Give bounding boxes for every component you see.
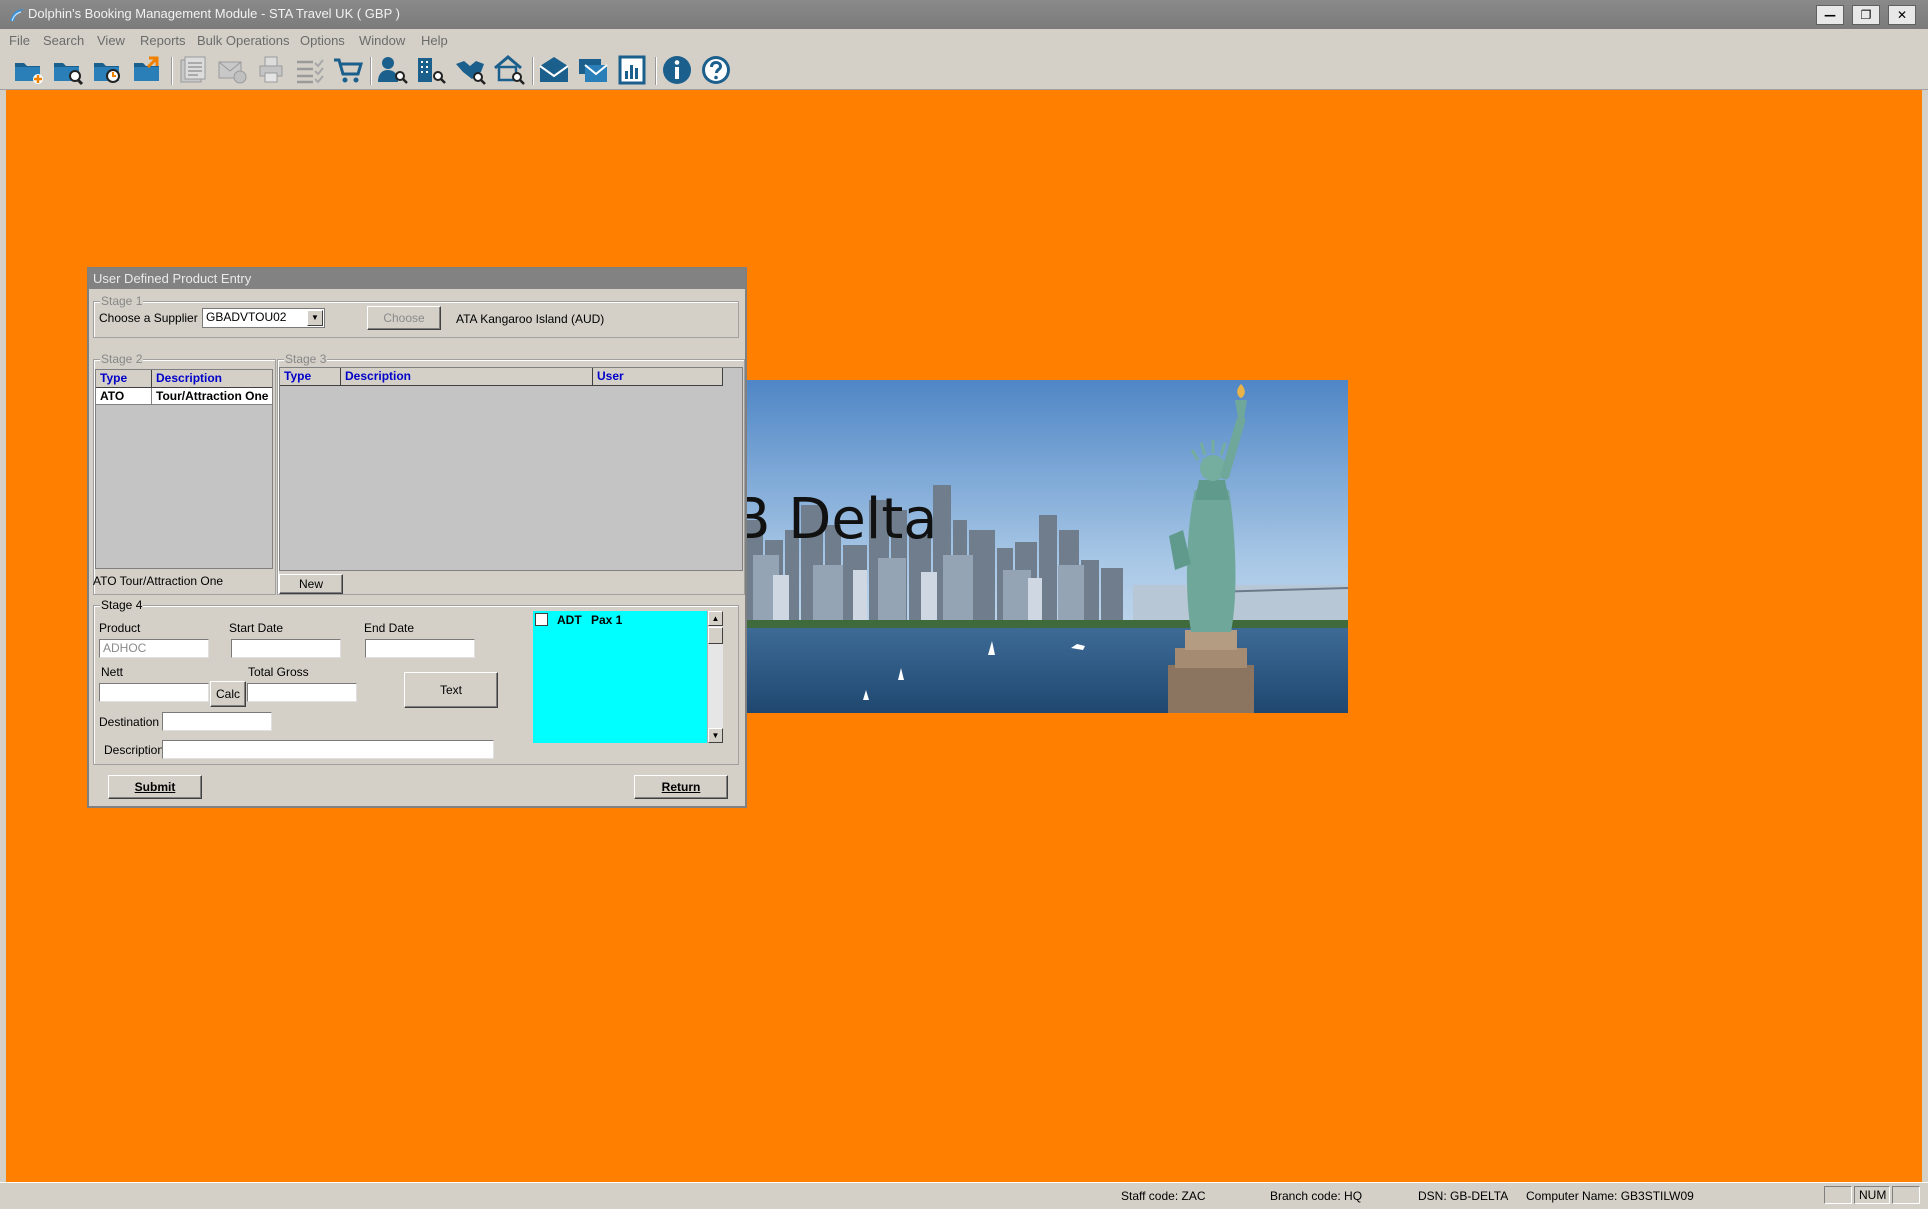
end-date-field[interactable] xyxy=(365,639,475,658)
new-booking-icon[interactable] xyxy=(12,54,44,86)
menu-window[interactable]: Window xyxy=(359,33,405,48)
start-date-label: Start Date xyxy=(229,621,284,635)
close-button[interactable]: ✕ xyxy=(1888,5,1916,25)
scroll-indicator xyxy=(1892,1186,1920,1204)
scroll-thumb[interactable] xyxy=(708,627,723,644)
table-row-type-cell[interactable]: ATO xyxy=(96,388,152,405)
start-date-field[interactable] xyxy=(231,639,341,658)
scroll-up-icon[interactable]: ▲ xyxy=(708,611,723,626)
stage3-label: Stage 3 xyxy=(284,352,328,366)
toolbar xyxy=(0,51,1928,90)
staff-code: Staff code: ZAC xyxy=(1121,1189,1206,1203)
supplier-label: Choose a Supplier xyxy=(99,311,198,325)
menu-bulk-operations[interactable]: Bulk Operations xyxy=(197,33,290,48)
building-search-icon[interactable] xyxy=(414,54,446,86)
stage4-label: Stage 4 xyxy=(100,598,144,612)
total-gross-field[interactable] xyxy=(247,683,357,702)
application-window: Dolphin's Booking Management Module - ST… xyxy=(0,0,1928,1209)
dsn: DSN: GB-DELTA xyxy=(1418,1189,1509,1203)
column-header-user[interactable]: User xyxy=(593,368,723,386)
num-lock-indicator: NUM xyxy=(1854,1186,1890,1204)
stage3-grid[interactable]: Type Description User xyxy=(279,367,743,571)
dolphin-logo-icon xyxy=(8,6,26,24)
window-title: Dolphin's Booking Management Module - ST… xyxy=(28,6,400,21)
info-icon[interactable] xyxy=(661,54,693,86)
column-header-type[interactable]: Type xyxy=(280,368,341,386)
menu-options[interactable]: Options xyxy=(300,33,345,48)
title-bar: Dolphin's Booking Management Module - ST… xyxy=(0,0,1928,29)
toolbar-separator xyxy=(171,57,173,85)
menu-reports[interactable]: Reports xyxy=(140,33,186,48)
pax-name: Pax 1 xyxy=(591,613,623,627)
end-date-label: End Date xyxy=(364,621,415,635)
destination-label: Destination xyxy=(99,715,160,729)
supplier-combo[interactable]: GBADVTOU02 ▼ xyxy=(202,308,325,328)
stage2-label: Stage 2 xyxy=(100,352,144,366)
description-label: Description xyxy=(104,743,165,757)
menu-help[interactable]: Help xyxy=(421,33,448,48)
supplier-name: ATA Kangaroo Island (AUD) xyxy=(456,312,605,326)
chevron-down-icon[interactable]: ▼ xyxy=(307,310,323,326)
pax-type: ADT xyxy=(557,613,582,627)
calc-button[interactable]: Calc xyxy=(210,681,246,707)
email-queue-icon[interactable] xyxy=(577,54,609,86)
toolbar-separator xyxy=(532,57,534,85)
banner-text: B Delta xyxy=(732,487,938,552)
menu-bar: File Search View Reports Bulk Operations… xyxy=(0,29,1928,51)
minimize-button[interactable]: — xyxy=(1816,5,1844,25)
checklist-icon[interactable] xyxy=(294,54,326,86)
stage2-selected-text: ATO Tour/Attraction One xyxy=(93,574,224,588)
column-header-type[interactable]: Type xyxy=(96,370,152,388)
stage2-grid[interactable]: Type Description ATO Tour/Attraction One xyxy=(95,369,273,569)
pax-checkbox[interactable] xyxy=(535,613,548,626)
caps-indicator xyxy=(1824,1186,1852,1204)
search-folder-icon[interactable] xyxy=(51,54,83,86)
shopping-cart-icon[interactable] xyxy=(332,54,364,86)
status-bar: Staff code: ZAC Branch code: HQ DSN: GB-… xyxy=(0,1182,1928,1209)
recent-folder-icon[interactable] xyxy=(91,54,123,86)
menu-view[interactable]: View xyxy=(97,33,125,48)
supplier-value: GBADVTOU02 xyxy=(206,310,287,324)
user-defined-product-dialog: User Defined Product Entry Stage 1 Choos… xyxy=(87,267,747,808)
return-button[interactable]: Return xyxy=(634,775,728,799)
table-row-description-cell[interactable]: Tour/Attraction One xyxy=(152,388,272,405)
passenger-list-scrollbar[interactable]: ▲ ▼ xyxy=(707,611,723,743)
product-field[interactable]: ADHOC xyxy=(99,639,209,658)
choose-button[interactable]: Choose xyxy=(367,306,441,330)
product-label: Product xyxy=(99,621,141,635)
toolbar-separator xyxy=(370,57,372,85)
print-icon[interactable] xyxy=(256,54,288,86)
envelope-icon[interactable] xyxy=(538,54,570,86)
dialog-title: User Defined Product Entry xyxy=(89,269,745,289)
column-header-description[interactable]: Description xyxy=(341,368,593,386)
stage1-label: Stage 1 xyxy=(100,294,144,308)
total-gross-label: Total Gross xyxy=(248,665,309,679)
destination-field[interactable] xyxy=(162,712,272,731)
house-search-icon[interactable] xyxy=(493,54,525,86)
branch-code: Branch code: HQ xyxy=(1270,1189,1363,1203)
menu-search[interactable]: Search xyxy=(43,33,84,48)
nett-label: Nett xyxy=(101,665,124,679)
description-field[interactable] xyxy=(162,740,494,759)
submit-button[interactable]: Submit xyxy=(108,775,202,799)
column-header-description[interactable]: Description xyxy=(152,370,272,388)
scroll-down-icon[interactable]: ▼ xyxy=(708,728,723,743)
new-button[interactable]: New xyxy=(279,574,343,594)
text-button[interactable]: Text xyxy=(404,672,498,708)
mail-merge-icon[interactable] xyxy=(216,54,248,86)
toolbar-separator xyxy=(655,57,657,85)
handshake-search-icon[interactable] xyxy=(454,54,486,86)
report-icon[interactable] xyxy=(616,54,648,86)
passenger-list[interactable]: ADT Pax 1 xyxy=(533,611,723,743)
restore-button[interactable]: ❐ xyxy=(1852,5,1880,25)
export-folder-icon[interactable] xyxy=(131,54,163,86)
menu-file[interactable]: File xyxy=(9,33,30,48)
nett-field[interactable] xyxy=(99,683,209,702)
customer-search-icon[interactable] xyxy=(376,54,408,86)
help-icon[interactable] xyxy=(700,54,732,86)
computer-name: Computer Name: GB3STILW09 xyxy=(1526,1189,1694,1203)
document-list-icon[interactable] xyxy=(177,54,209,86)
